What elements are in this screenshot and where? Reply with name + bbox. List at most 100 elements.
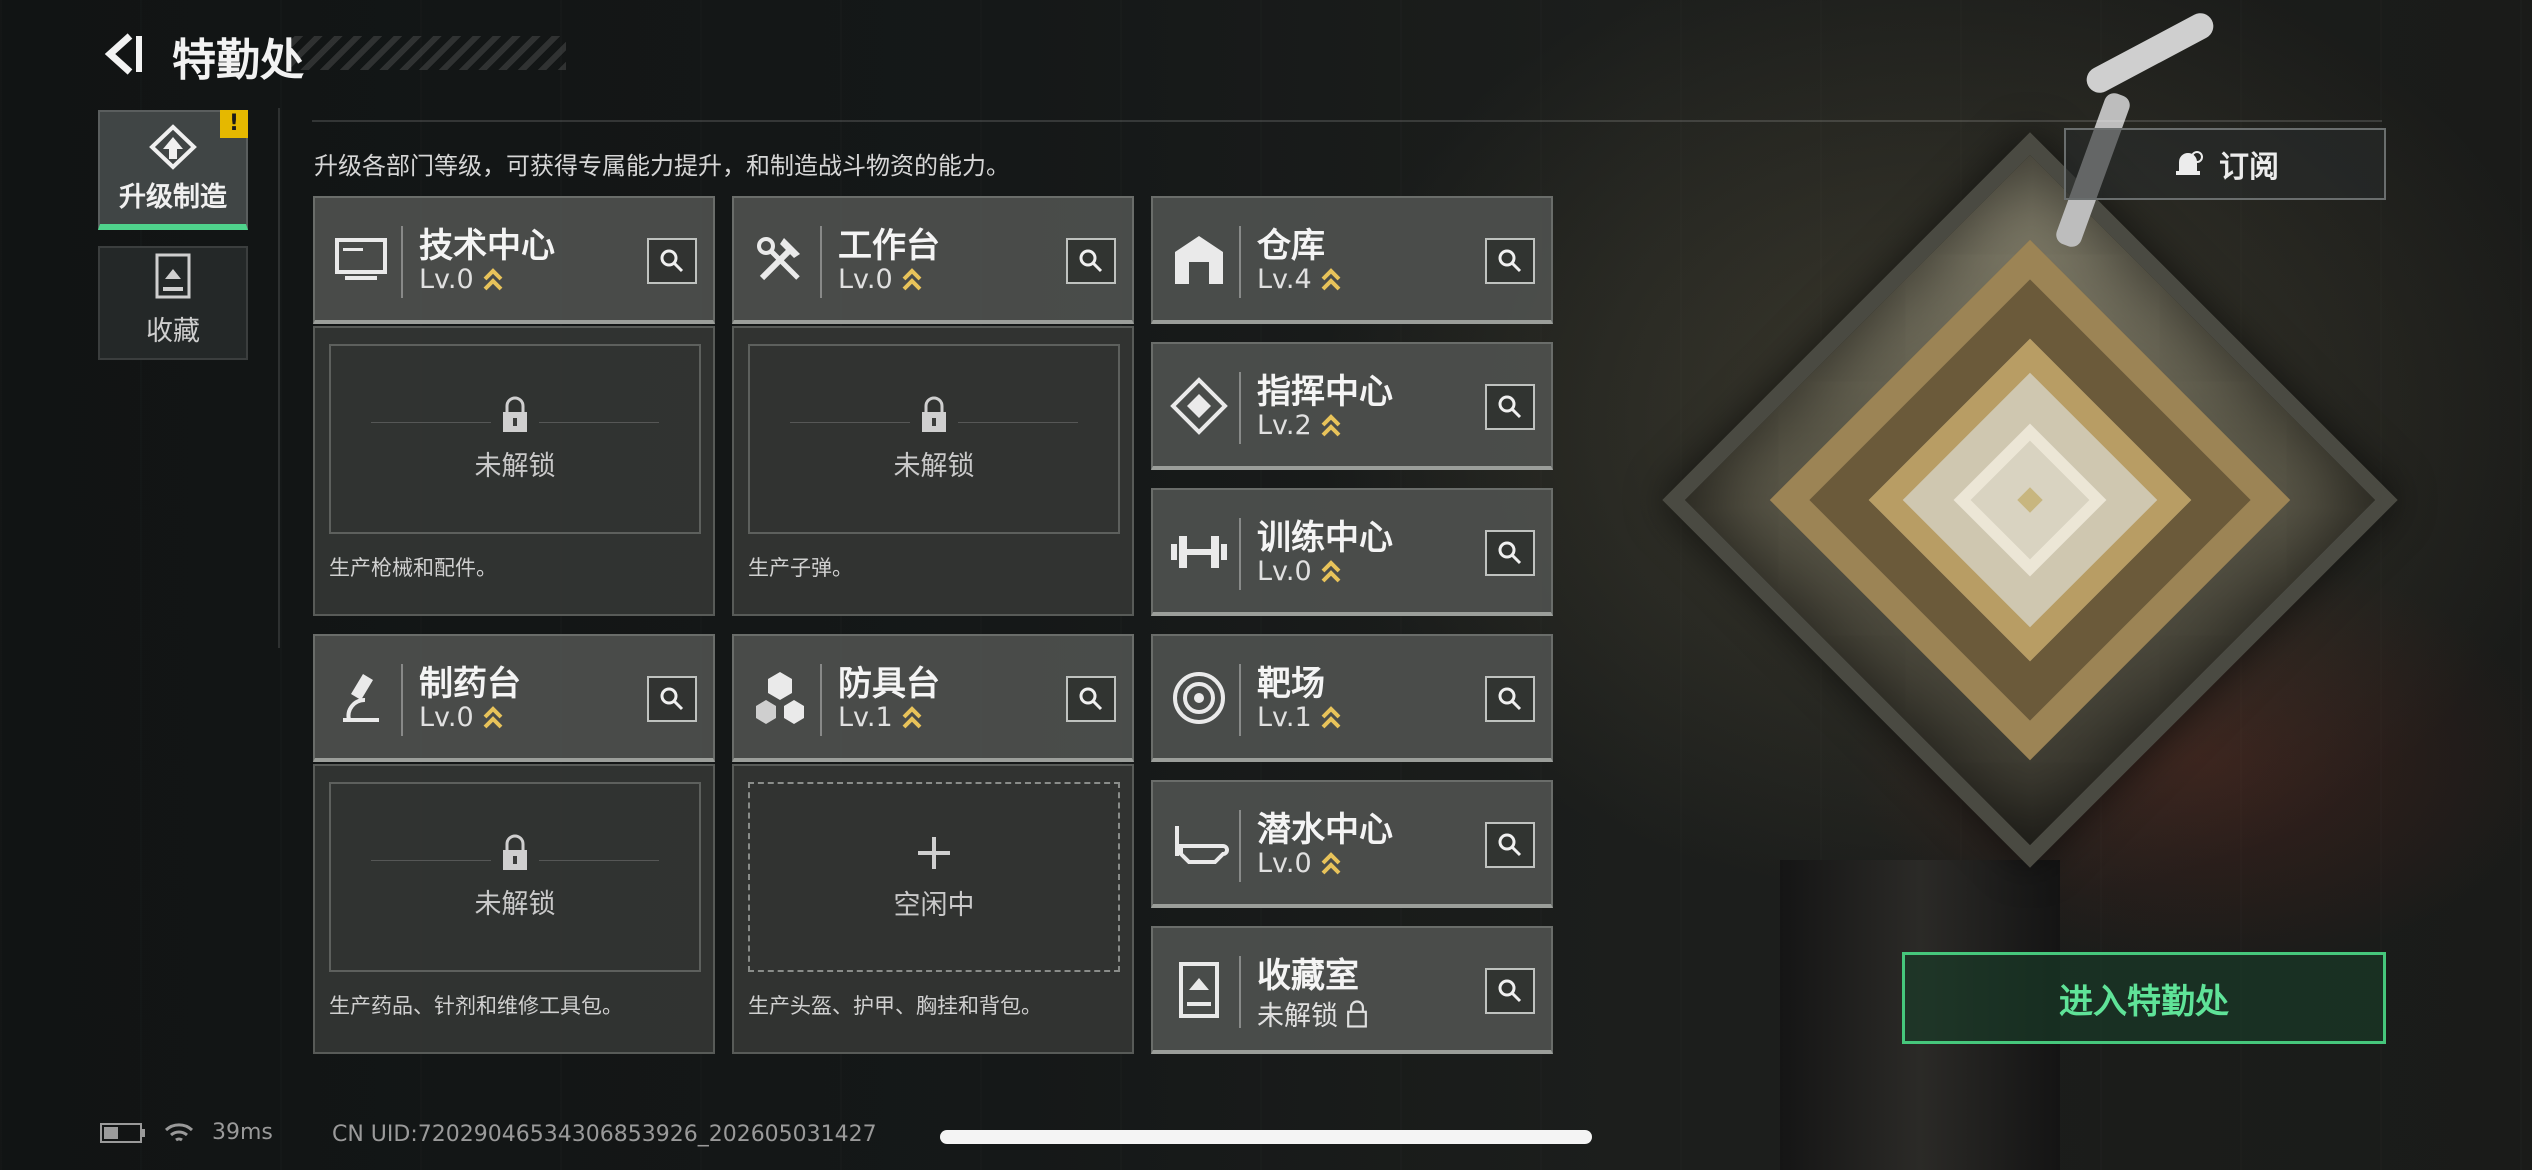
facility-name: 制药台 [419, 664, 521, 704]
search-icon [660, 687, 684, 711]
collection-case-icon [155, 253, 191, 299]
command-diamond-icon [1170, 377, 1228, 435]
facility-card-warehouse[interactable]: 仓库 Lv.4 [1151, 196, 1553, 324]
facility-level: Lv.1 [838, 702, 923, 733]
upgrade-chevron-icon [1321, 559, 1341, 582]
search-button[interactable] [1485, 384, 1535, 430]
facility-card-armor-bench[interactable]: 防具台 Lv.1 [732, 634, 1134, 762]
facility-level: Lv.0 [1257, 848, 1342, 879]
facility-card-shooting-range[interactable]: 靶场 Lv.1 [1151, 634, 1553, 762]
facility-name: 收藏室 [1257, 956, 1359, 996]
facility-name: 工作台 [838, 226, 940, 266]
search-icon [1079, 249, 1103, 273]
facility-card-collection-room[interactable]: 收藏室 未解锁 [1151, 926, 1553, 1054]
subscribe-button[interactable]: 订阅 [2064, 128, 2386, 200]
search-button[interactable] [1485, 530, 1535, 576]
warning-badge: ! [220, 110, 248, 138]
production-slot: 未解锁 [329, 782, 701, 972]
facility-card-diving-center[interactable]: 潜水中心 Lv.0 [1151, 780, 1553, 908]
subscribe-label: 订阅 [2219, 150, 2279, 185]
facility-card-tech-center[interactable]: 技术中心 Lv.0 [313, 196, 715, 324]
lock-icon [922, 396, 946, 432]
user-uid: CN UID:7202904653430685392​6_20260503142… [332, 1122, 877, 1147]
search-button[interactable] [1066, 238, 1116, 284]
facility-card-command-center[interactable]: 指挥中心 Lv.2 [1151, 342, 1553, 470]
search-button[interactable] [1066, 676, 1116, 722]
search-button[interactable] [647, 676, 697, 722]
facility-level: Lv.0 [419, 264, 504, 295]
facility-name: 训练中心 [1257, 518, 1393, 558]
search-icon [1498, 541, 1522, 565]
page-title: 特勤处 [172, 35, 304, 86]
wifi-icon [164, 1122, 194, 1141]
slot-status: 未解锁 [893, 450, 975, 482]
facility-description: 生产枪械和配件。 [329, 556, 497, 580]
search-button[interactable] [1485, 676, 1535, 722]
upgrade-chevron-icon [902, 705, 922, 728]
facility-name: 防具台 [838, 664, 940, 704]
bell-icon [2176, 151, 2203, 175]
upgrade-chevron-icon [483, 267, 503, 290]
battery-icon [100, 1122, 145, 1143]
facility-name: 潜水中心 [1257, 810, 1393, 850]
search-button[interactable] [647, 238, 697, 284]
facility-level: Lv.4 [1257, 264, 1342, 295]
tab-collection[interactable]: 收藏 [98, 246, 248, 360]
plus-icon [918, 836, 950, 869]
facility-level: Lv.0 [419, 702, 504, 733]
facility-level: 未解锁 [1257, 994, 1368, 1033]
production-slot-idle[interactable]: 空闲中 [748, 782, 1120, 972]
title-decoration [290, 36, 566, 70]
search-button[interactable] [1485, 822, 1535, 868]
facility-cube-illustration [1650, 120, 2410, 880]
dumbbell-icon [1171, 536, 1227, 568]
cubes-icon [756, 672, 804, 724]
display-case-icon [1179, 962, 1219, 1018]
tab-label: 升级制造 [119, 182, 227, 213]
diving-mask-icon [1175, 826, 1229, 864]
section-description: 升级各部门等级，可获得专属能力提升，和制造战斗物资的能力。 [314, 152, 1010, 180]
facility-slot-armor-bench: 空闲中 生产头盔、护甲、胸挂和背包。 [732, 764, 1134, 1054]
facility-slot-pharmacy: 未解锁 生产药品、针剂和维修工具包。 [313, 764, 715, 1054]
tab-upgrade-manufacture[interactable]: ! 升级制造 [98, 110, 248, 230]
search-icon [1498, 833, 1522, 857]
status-bar: 39ms [100, 1120, 273, 1145]
sidebar-divider [278, 108, 280, 648]
top-divider [312, 120, 2382, 122]
enter-label: 进入特勤处 [2059, 981, 2229, 1022]
enter-special-ops-button[interactable]: 进入特勤处 [1902, 952, 2386, 1044]
facility-card-pharmacy[interactable]: 制药台 Lv.0 [313, 634, 715, 762]
microscope-icon [343, 674, 379, 722]
facility-description: 生产药品、针剂和维修工具包。 [329, 994, 623, 1018]
facility-slot-tech-center: 未解锁 生产枪械和配件。 [313, 326, 715, 616]
upgrade-icon [149, 124, 197, 170]
upgrade-chevron-icon [1321, 851, 1341, 874]
search-icon [1498, 687, 1522, 711]
upgrade-chevron-icon [483, 705, 503, 728]
slot-status: 空闲中 [893, 889, 975, 921]
search-icon [1079, 687, 1103, 711]
back-arrow-icon[interactable] [100, 30, 148, 78]
target-icon [1173, 672, 1225, 724]
search-button[interactable] [1485, 968, 1535, 1014]
search-button[interactable] [1485, 238, 1535, 284]
warehouse-icon [1175, 236, 1223, 284]
facility-card-workbench[interactable]: 工作台 Lv.0 [732, 196, 1134, 324]
facility-description: 生产头盔、护甲、胸挂和背包。 [748, 994, 1042, 1018]
facility-card-training-center[interactable]: 训练中心 Lv.0 [1151, 488, 1553, 616]
facility-level: Lv.0 [838, 264, 923, 295]
facility-slot-workbench: 未解锁 生产子弹。 [732, 326, 1134, 616]
facility-description: 生产子弹。 [748, 556, 853, 580]
lock-icon [503, 834, 527, 870]
upgrade-chevron-icon [1321, 705, 1341, 728]
lock-icon [503, 396, 527, 432]
search-icon [1498, 249, 1522, 273]
hammer-wrench-icon [757, 237, 800, 281]
facility-level: Lv.0 [1257, 556, 1342, 587]
production-slot: 未解锁 [748, 344, 1120, 534]
facility-name: 技术中心 [419, 226, 555, 266]
lock-icon [1347, 999, 1367, 1028]
home-indicator[interactable] [940, 1130, 1592, 1144]
facility-name: 仓库 [1257, 226, 1325, 266]
search-icon [1498, 395, 1522, 419]
